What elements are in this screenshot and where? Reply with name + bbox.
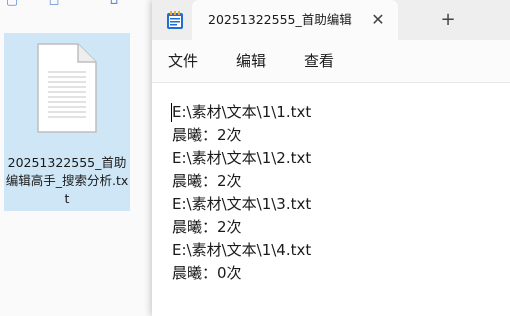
notepad-window: 20251322555_首助编辑 ✕ + 文件 编辑 查看 E:\素材\文本\1… — [152, 0, 510, 316]
tab-document[interactable]: 20251322555_首助编辑 ✕ — [192, 0, 398, 40]
text-line: 晨曦：2次 — [172, 126, 242, 144]
text-line: 晨曦：2次 — [172, 218, 242, 236]
text-editor[interactable]: E:\素材\文本\1\1.txt 晨曦：2次 E:\素材\文本\1\2.txt … — [152, 83, 510, 316]
desktop: ▢ ◻ ⌂ 20251322555_首助编辑高手_搜索分析.txt 202513… — [0, 0, 510, 316]
menu-edit[interactable]: 编辑 — [236, 50, 266, 72]
file-item[interactable]: 20251322555_首助编辑高手_搜索分析.txt — [4, 33, 130, 211]
text-line: E:\素材\文本\1\2.txt — [172, 149, 312, 167]
share-icon[interactable]: ⌂ — [106, 0, 122, 8]
text-line: E:\素材\文本\1\3.txt — [172, 195, 312, 213]
menu-bar: 文件 编辑 查看 — [152, 40, 510, 83]
menu-file[interactable]: 文件 — [168, 50, 198, 72]
menu-view[interactable]: 查看 — [304, 50, 334, 72]
notepad-icon — [167, 11, 183, 29]
editor-content: E:\素材\文本\1\1.txt 晨曦：2次 E:\素材\文本\1\2.txt … — [172, 101, 311, 285]
tab-title: 20251322555_首助编辑 — [208, 12, 352, 27]
new-tab-button[interactable]: + — [436, 8, 460, 32]
copy-icon[interactable]: ◻ — [46, 0, 62, 8]
close-icon[interactable]: ✕ — [366, 8, 390, 32]
text-line: E:\素材\文本\1\4.txt — [172, 241, 312, 259]
text-line: 晨曦：0次 — [172, 264, 242, 282]
file-explorer: ▢ ◻ ⌂ 20251322555_首助编辑高手_搜索分析.txt — [0, 0, 160, 316]
file-name: 20251322555_首助编辑高手_搜索分析.txt — [5, 155, 129, 206]
view-icon[interactable]: ▢ — [4, 0, 20, 8]
explorer-toolbar: ▢ ◻ ⌂ — [0, 0, 160, 22]
tab-bar: 20251322555_首助编辑 ✕ + — [152, 0, 510, 40]
text-line: E:\素材\文本\1\1.txt — [172, 103, 312, 121]
text-file-icon — [37, 43, 97, 133]
text-line: 晨曦：2次 — [172, 172, 242, 190]
